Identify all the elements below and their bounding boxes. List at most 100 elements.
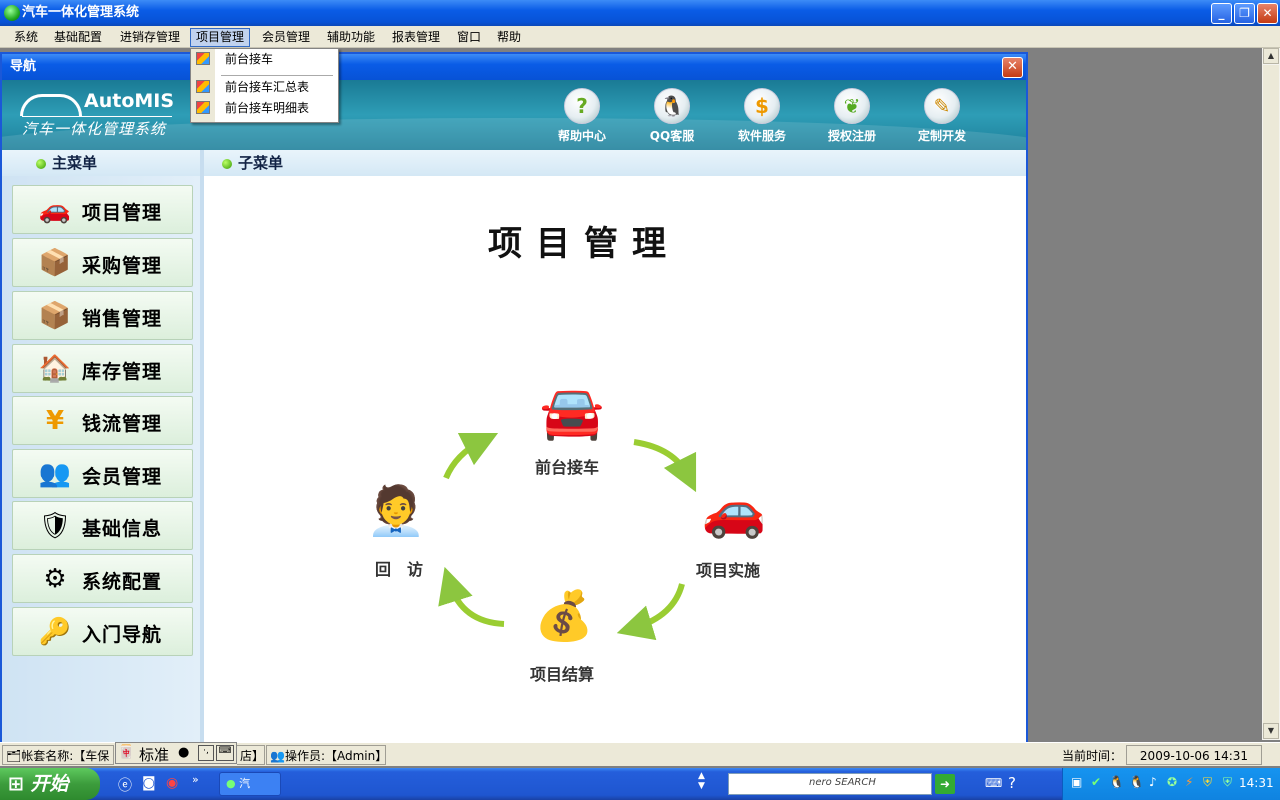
chevron-right-icon[interactable]: » xyxy=(192,773,199,786)
sub-menu-label: 子菜单 xyxy=(238,154,284,172)
security-icon[interactable]: ✔ xyxy=(1091,775,1101,789)
arrow-icon xyxy=(438,566,505,627)
vertical-scrollbar[interactable]: ▲ ▼ xyxy=(1262,48,1280,740)
warehouse-icon: 🏠 xyxy=(38,354,72,384)
help-center-label: 帮助中心 xyxy=(557,129,606,143)
nav-title: 导航 xyxy=(10,59,37,74)
nav-close-button[interactable]: ✕ xyxy=(1002,57,1023,78)
dropdown-item-detail[interactable]: 前台接车明细表 xyxy=(191,98,338,118)
cycle-implementation[interactable]: 项目实施 xyxy=(696,557,760,581)
main-menu-label: 主菜单 xyxy=(52,154,98,172)
software-service-button[interactable]: $ 软件服务 xyxy=(727,88,797,144)
mainmenu-sales[interactable]: 📦 销售管理 xyxy=(12,291,193,340)
users-icon: 👥 xyxy=(38,459,72,489)
audio-icon[interactable]: ♪ xyxy=(1149,775,1157,789)
qq-service-button[interactable]: 🐧 QQ客服 xyxy=(637,88,707,144)
go-arrow-icon[interactable]: ➜ xyxy=(935,774,955,794)
scroll-track[interactable] xyxy=(1263,65,1279,723)
start-label: 开始 xyxy=(30,773,69,795)
cycle-settlement[interactable]: 项目结算 xyxy=(530,661,594,685)
dropdown-item-reception[interactable]: 前台接车 xyxy=(191,49,338,69)
player-icon[interactable]: ◉ xyxy=(166,775,178,791)
operator: 👥操作员:【Admin】 xyxy=(266,745,386,765)
ime-toolbar[interactable]: 🀄 标准 ● ·, ⌨ xyxy=(115,742,237,764)
mainmenu-purchase[interactable]: 📦 采购管理 xyxy=(12,238,193,287)
logo-text: AutoMIS xyxy=(84,90,175,112)
menu-inventory[interactable]: 进销存管理 xyxy=(115,29,185,46)
qq-icon[interactable]: 🐧 xyxy=(1109,775,1124,789)
keyboard-icon[interactable]: ⌨ xyxy=(985,776,1002,790)
menu-reports[interactable]: 报表管理 xyxy=(387,29,445,46)
sub-menu-header: 子菜单 xyxy=(204,150,1026,176)
taskbar: ⊞ 开始 ⓔ ◙ ◉ » ● 汽 ▲ ▼ nero SEARCH ➜ ⌨ ? ▣ … xyxy=(0,768,1280,800)
windows-logo-icon: ⊞ xyxy=(8,773,24,795)
menu-system[interactable]: 系统 xyxy=(9,29,43,46)
shield-monitor-icon: 🛡 xyxy=(38,511,72,541)
menu-member[interactable]: 会员管理 xyxy=(257,29,315,46)
scroll-up-icon[interactable]: ▲ xyxy=(1263,48,1279,64)
taskbar-app-button[interactable]: ● 汽 xyxy=(219,772,281,796)
keyboard-icon[interactable]: ⌨ xyxy=(216,745,234,761)
mainmenu-cashflow[interactable]: ¥ 钱流管理 xyxy=(12,396,193,445)
navigation-window: 导航 ✕ AutoMIS 汽车一体化管理系统 ? 帮助中心 🐧 QQ客服 $ 软… xyxy=(0,52,1028,742)
green-dot-icon xyxy=(222,159,232,169)
clock[interactable]: 14:31 xyxy=(1239,776,1274,790)
header-banner: AutoMIS 汽车一体化管理系统 ? 帮助中心 🐧 QQ客服 $ 软件服务 ❦… xyxy=(2,80,1026,150)
red-convertible-icon: 🚘 xyxy=(539,383,605,443)
mainmenu-member[interactable]: 👥 会员管理 xyxy=(12,449,193,498)
workflow-diagram xyxy=(438,432,697,641)
dropdown-item-summary[interactable]: 前台接车汇总表 xyxy=(191,77,338,97)
shield-icon[interactable]: ⛨ xyxy=(1203,775,1212,790)
help-icon[interactable]: ? xyxy=(1008,774,1016,792)
menu-project[interactable]: 项目管理 xyxy=(190,28,251,47)
custom-dev-button[interactable]: ✎ 定制开发 xyxy=(907,88,977,144)
quicklaunch-icon[interactable]: ◙ xyxy=(142,775,156,791)
menu-window[interactable]: 窗口 xyxy=(452,29,486,46)
fullwidth-icon[interactable]: ● xyxy=(178,745,189,760)
shield-icon[interactable]: ⛨ xyxy=(1223,775,1232,790)
scroll-down-icon[interactable]: ▼ xyxy=(1263,723,1279,739)
menu-basic-config[interactable]: 基础配置 xyxy=(49,29,107,46)
yen-icon: ¥ xyxy=(45,406,65,436)
menubar: 系统 基础配置 进销存管理 项目管理 会员管理 辅助功能 报表管理 窗口 帮助 xyxy=(0,26,1280,48)
close-button[interactable]: ✕ xyxy=(1257,3,1278,24)
menu-auxiliary[interactable]: 辅助功能 xyxy=(322,29,380,46)
car-icon: 🚗 xyxy=(38,195,72,225)
silver-car-icon: 🚗 xyxy=(701,481,767,541)
help-icon: ? xyxy=(564,88,600,124)
restore-button[interactable]: ❐ xyxy=(1234,3,1255,24)
ime-mode[interactable]: 标准 xyxy=(139,744,169,765)
leaf-icon: ❦ xyxy=(834,88,870,124)
green-dot-icon xyxy=(36,159,46,169)
minimize-button[interactable]: _ xyxy=(1211,3,1232,24)
punctuation-icon[interactable]: ·, xyxy=(198,745,214,761)
license-register-label: 授权注册 xyxy=(827,129,876,143)
scroll-updown-icon[interactable]: ▲ ▼ xyxy=(698,771,705,791)
mainmenu-stock[interactable]: 🏠 库存管理 xyxy=(12,344,193,393)
ime-logo-icon[interactable]: 🀄 xyxy=(118,745,134,760)
logo-subtitle: 汽车一体化管理系统 xyxy=(22,120,167,138)
qq-icon[interactable]: 🐧 xyxy=(1129,775,1144,789)
project-menu-dropdown: 前台接车 前台接车汇总表 前台接车明细表 xyxy=(190,48,339,123)
mainmenu-system-config[interactable]: ⚙ 系统配置 xyxy=(12,554,193,603)
license-register-button[interactable]: ❦ 授权注册 xyxy=(817,88,887,144)
mainmenu-project[interactable]: 🚗 项目管理 xyxy=(12,185,193,234)
network-icon[interactable]: ▣ xyxy=(1071,775,1082,789)
cycle-revisit[interactable]: 回 访 xyxy=(375,556,423,580)
logo-car-icon xyxy=(20,94,82,116)
key-people-icon: 🔑 xyxy=(38,617,72,647)
ie-icon[interactable]: ⓔ xyxy=(118,775,132,795)
start-button[interactable]: ⊞ 开始 xyxy=(0,768,100,800)
help-center-button[interactable]: ? 帮助中心 xyxy=(547,88,617,144)
nero-logo: nero SEARCH xyxy=(809,777,876,788)
flash-icon[interactable]: ⚡ xyxy=(1185,775,1193,789)
mainmenu-guide[interactable]: 🔑 入门导航 xyxy=(12,607,193,656)
menu-help[interactable]: 帮助 xyxy=(492,29,526,46)
mainmenu-basic-info[interactable]: 🛡 基础信息 xyxy=(12,501,193,550)
antivirus-icon[interactable]: ✪ xyxy=(1167,775,1177,789)
nero-search-input[interactable]: nero SEARCH xyxy=(728,773,932,795)
users-icon: 👥 xyxy=(270,749,285,763)
cycle-reception[interactable]: 前台接车 xyxy=(535,454,599,478)
submenu-content: 项目管理 🚘 前台接车 🚗 项目实施 💰 项目结算 🧑‍💼 回 访 xyxy=(204,176,1026,742)
time-value: 2009-10-06 14:31 xyxy=(1126,745,1262,765)
